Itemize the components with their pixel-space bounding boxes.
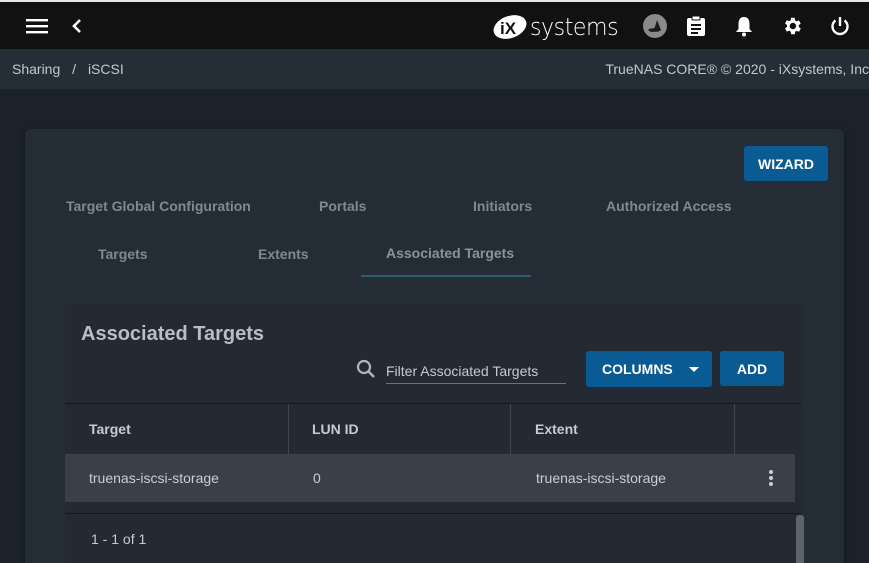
top-bar: iX systems	[0, 0, 869, 49]
tasks-icon[interactable]	[682, 12, 710, 40]
column-header-target[interactable]: Target	[89, 404, 131, 454]
columns-button[interactable]: COLUMNS	[586, 351, 712, 387]
svg-text:iX: iX	[500, 19, 517, 38]
ix-logo-icon: iX	[493, 15, 527, 39]
ixsystems-logo: iX systems	[492, 12, 626, 42]
filter-input[interactable]	[386, 358, 566, 384]
table-title: Associated Targets	[81, 323, 265, 345]
table-divider	[65, 513, 801, 514]
active-tab-indicator	[361, 275, 531, 277]
tab-associated-targets[interactable]: Associated Targets	[386, 245, 514, 261]
power-icon[interactable]	[826, 12, 854, 40]
tab-portals[interactable]: Portals	[319, 198, 366, 214]
table-divider	[65, 403, 801, 404]
bell-icon[interactable]	[730, 12, 758, 40]
cell-extent: truenas-iscsi-storage	[536, 470, 666, 486]
breadcrumb: Sharing / iSCSI	[12, 61, 132, 77]
column-divider	[510, 404, 511, 454]
tab-targets[interactable]: Targets	[98, 246, 148, 262]
column-divider	[734, 404, 735, 454]
breadcrumb-separator: /	[72, 61, 77, 77]
tab-authorized-access[interactable]: Authorized Access	[606, 198, 732, 214]
logo-text: systems	[530, 13, 619, 41]
tab-target-global-configuration[interactable]: Target Global Configuration	[66, 198, 251, 214]
breadcrumb-sharing[interactable]: Sharing	[12, 61, 60, 77]
back-icon[interactable]	[63, 12, 91, 40]
caret-down-icon	[689, 367, 699, 372]
breadcrumb-bar: Sharing / iSCSI TrueNAS CORE® © 2020 - i…	[0, 49, 869, 89]
search-icon	[356, 359, 376, 379]
menu-icon[interactable]	[23, 12, 51, 40]
breadcrumb-iscsi: iSCSI	[87, 61, 124, 77]
truenas-icon[interactable]	[641, 12, 669, 40]
tab-extents[interactable]: Extents	[258, 246, 309, 262]
copyright-text: TrueNAS CORE® © 2020 - iXsystems, Inc	[605, 61, 869, 77]
paginator-range: 1 - 1 of 1	[91, 531, 147, 547]
add-button[interactable]: ADD	[720, 351, 784, 386]
gear-icon[interactable]	[778, 12, 806, 40]
row-actions-kebab-icon[interactable]	[762, 466, 780, 490]
cell-lun-id: 0	[313, 470, 321, 486]
wizard-button[interactable]: WIZARD	[744, 146, 828, 181]
column-divider	[288, 404, 289, 454]
tab-initiators[interactable]: Initiators	[473, 198, 532, 214]
cell-target: truenas-iscsi-storage	[89, 470, 219, 486]
column-header-lun-id[interactable]: LUN ID	[312, 404, 359, 454]
scrollbar[interactable]	[796, 515, 804, 563]
columns-label: COLUMNS	[602, 361, 673, 377]
column-header-extent[interactable]: Extent	[535, 404, 578, 454]
